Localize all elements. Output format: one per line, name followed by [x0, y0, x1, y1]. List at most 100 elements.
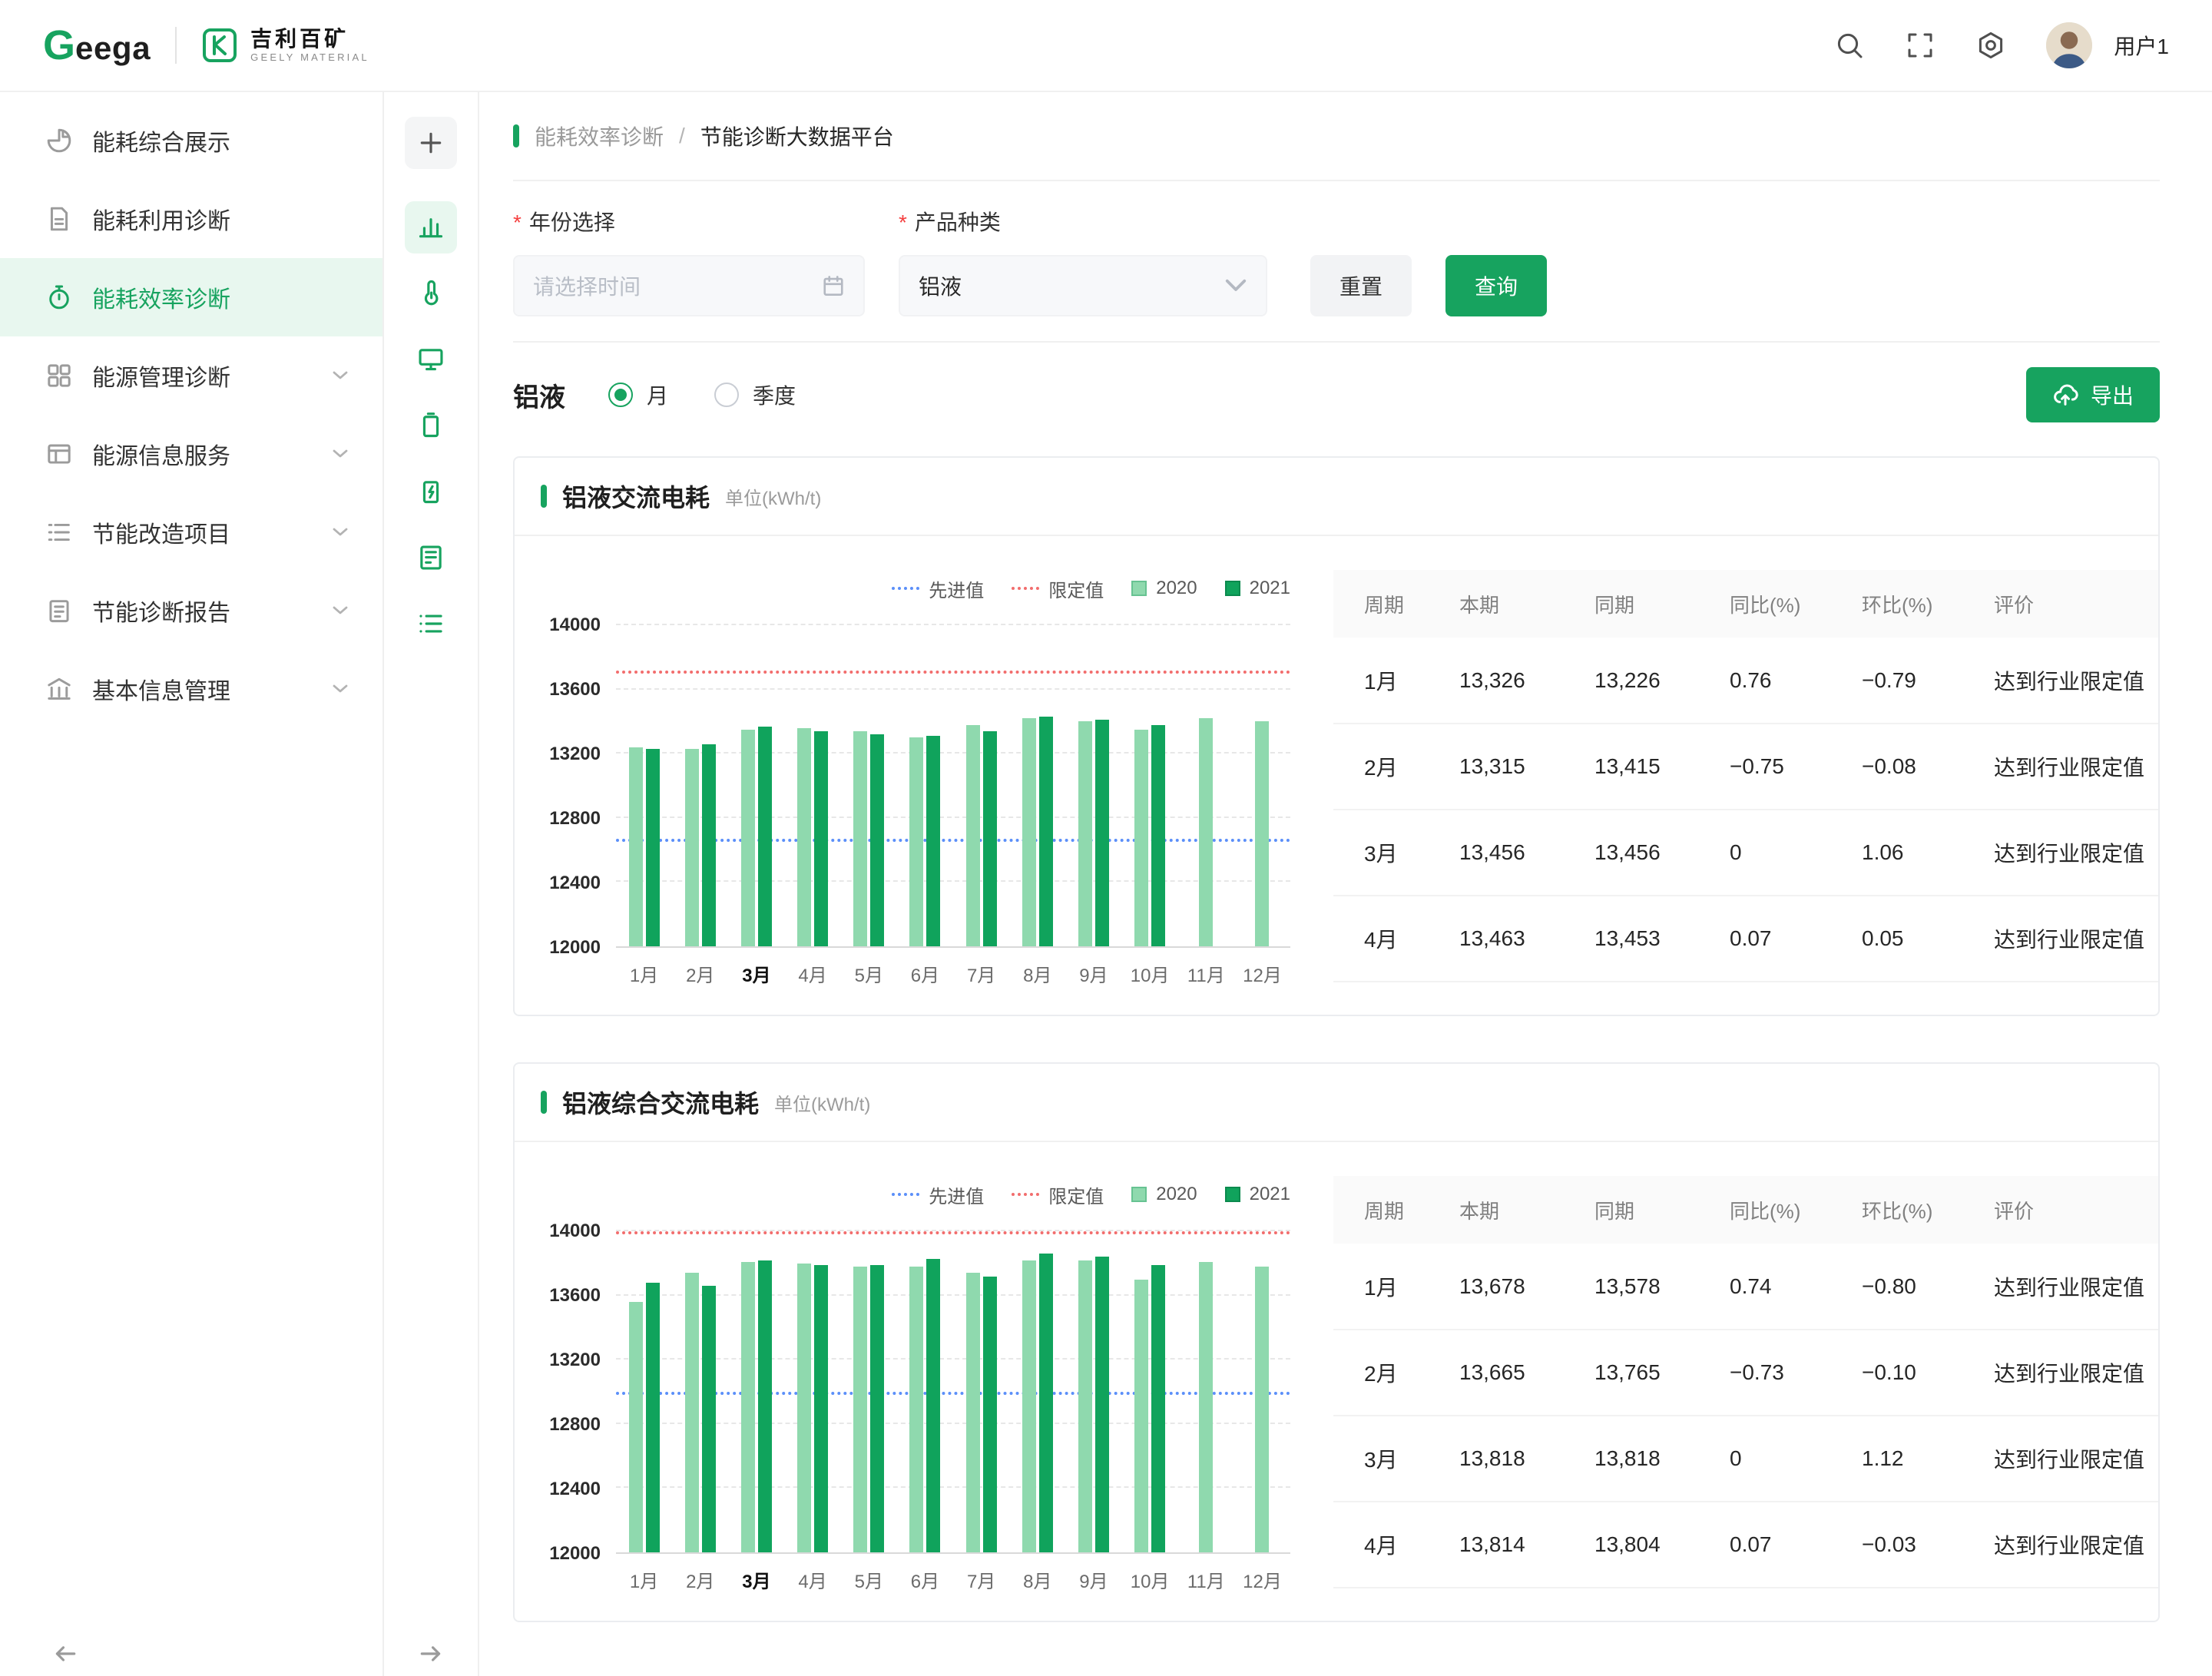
bar-2020-8月[interactable] [1022, 1260, 1036, 1552]
bar-group-4月 [785, 625, 841, 946]
rail-button-plus-icon[interactable] [405, 117, 457, 169]
battery-charge-icon [417, 478, 445, 505]
main-content: 能耗效率诊断 / 节能诊断大数据平台 *年份选择 请选择时间 *产品种类 铝液 [479, 92, 2212, 1676]
sidebar-item-label: 节能诊断报告 [92, 594, 230, 628]
sidebar-item-label: 能源管理诊断 [92, 359, 230, 393]
sidebar-item-能耗利用诊断[interactable]: 能耗利用诊断 [0, 180, 382, 258]
bar-2020-5月[interactable] [853, 731, 867, 946]
rail-button-meter-icon[interactable] [405, 532, 457, 584]
arrow-right-icon[interactable] [418, 1641, 444, 1667]
sidebar-item-能源信息服务[interactable]: 能源信息服务 [0, 415, 382, 493]
bar-2021-4月[interactable] [814, 1265, 828, 1552]
rail-button-thermometer-icon[interactable] [405, 267, 457, 320]
breadcrumb-parent[interactable]: 能耗效率诊断 [535, 121, 664, 151]
bar-2021-10月[interactable] [1151, 1265, 1165, 1552]
table-row: 1月13,32613,2260.76−0.79达到行业限定值 [1333, 638, 2158, 724]
bar-2021-7月[interactable] [983, 1277, 997, 1552]
bar-2020-7月[interactable] [966, 725, 980, 946]
bar-2020-3月[interactable] [741, 1262, 755, 1552]
sidebar-item-节能改造项目[interactable]: 节能改造项目 [0, 493, 382, 571]
sidebar-item-基本信息管理[interactable]: 基本信息管理 [0, 650, 382, 728]
bar-2020-3月[interactable] [741, 730, 755, 946]
bar-2020-12月[interactable] [1255, 1267, 1269, 1552]
x-tick-label: 4月 [785, 1566, 841, 1593]
bar-2020-4月[interactable] [797, 1264, 811, 1552]
bar-2020-9月[interactable] [1078, 1260, 1092, 1552]
bar-2020-4月[interactable] [797, 728, 811, 946]
bar-2020-5月[interactable] [853, 1267, 867, 1552]
bar-2021-7月[interactable] [983, 731, 997, 946]
query-button[interactable]: 查询 [1445, 255, 1547, 316]
bar-2020-11月[interactable] [1199, 1262, 1213, 1552]
bar-2020-12月[interactable] [1255, 721, 1269, 946]
legend-item-先进值[interactable]: 先进值 [892, 575, 984, 602]
export-button[interactable]: 导出 [2026, 367, 2160, 422]
table-cell: −0.10 [1831, 1330, 1963, 1416]
fullscreen-icon[interactable] [1905, 30, 1936, 61]
bar-2020-6月[interactable] [909, 1267, 923, 1552]
bar-2021-8月[interactable] [1039, 1254, 1053, 1552]
sidebar-item-能耗综合展示[interactable]: 能耗综合展示 [0, 101, 382, 180]
product-select[interactable]: 铝液 [899, 255, 1267, 316]
bar-2020-8月[interactable] [1022, 718, 1036, 946]
period-radio-group: 月 季度 [608, 379, 796, 410]
sidebar-item-能耗效率诊断[interactable]: 能耗效率诊断 [0, 258, 382, 336]
table-cell: 达到行业限定值 [1963, 1502, 2158, 1588]
bar-2020-11月[interactable] [1199, 718, 1213, 946]
bar-2020-10月[interactable] [1134, 1280, 1148, 1552]
bar-2021-4月[interactable] [814, 731, 828, 946]
bar-2021-5月[interactable] [870, 734, 884, 946]
geega-logo[interactable]: Geega [43, 25, 151, 67]
legend-item-限定值[interactable]: 限定值 [1012, 575, 1104, 602]
settings-icon[interactable] [1975, 30, 2006, 61]
bar-2020-9月[interactable] [1078, 721, 1092, 946]
reset-button[interactable]: 重置 [1310, 255, 1412, 316]
arrow-left-icon[interactable] [52, 1641, 78, 1667]
bar-group-8月 [1009, 625, 1065, 946]
legend-item-2020[interactable]: 2020 [1131, 578, 1197, 599]
bar-2020-2月[interactable] [685, 1273, 699, 1552]
bar-2021-9月[interactable] [1095, 720, 1109, 946]
username[interactable]: 用户1 [2114, 30, 2169, 61]
breadcrumb: 能耗效率诊断 / 节能诊断大数据平台 [513, 92, 2160, 181]
legend-item-先进值[interactable]: 先进值 [892, 1181, 984, 1208]
legend-item-2021[interactable]: 2021 [1225, 578, 1290, 599]
avatar[interactable] [2046, 22, 2092, 68]
period-radio-月[interactable]: 月 [608, 379, 668, 410]
bar-2021-2月[interactable] [702, 1286, 716, 1552]
rail-button-list-icon[interactable] [405, 598, 457, 650]
legend-item-限定值[interactable]: 限定值 [1012, 1181, 1104, 1208]
legend-item-2021[interactable]: 2021 [1225, 1184, 1290, 1205]
bar-2021-8月[interactable] [1039, 717, 1053, 946]
bar-2021-1月[interactable] [646, 749, 660, 946]
rail-button-monitor-icon[interactable] [405, 333, 457, 386]
bar-2021-1月[interactable] [646, 1283, 660, 1552]
bar-2020-2月[interactable] [685, 749, 699, 946]
sidebar-item-能源管理诊断[interactable]: 能源管理诊断 [0, 336, 382, 415]
search-icon[interactable] [1834, 30, 1865, 61]
bar-2021-3月[interactable] [758, 727, 772, 946]
bar-2020-7月[interactable] [966, 1273, 980, 1552]
table-cell: 0.07 [1699, 1502, 1831, 1588]
legend-item-2020[interactable]: 2020 [1131, 1184, 1197, 1205]
bar-2020-6月[interactable] [909, 737, 923, 946]
bar-2020-10月[interactable] [1134, 730, 1148, 946]
bar-2021-10月[interactable] [1151, 725, 1165, 946]
bar-2021-3月[interactable] [758, 1260, 772, 1552]
bar-2020-1月[interactable] [629, 747, 643, 946]
bar-2020-1月[interactable] [629, 1302, 643, 1552]
bar-2021-2月[interactable] [702, 744, 716, 946]
table-cell: 达到行业限定值 [1963, 1416, 2158, 1502]
bar-2021-9月[interactable] [1095, 1257, 1109, 1552]
rail-button-battery-icon[interactable] [405, 399, 457, 452]
sidebar-item-节能诊断报告[interactable]: 节能诊断报告 [0, 571, 382, 650]
geely-material-logo[interactable]: 吉利百矿 GEELY MATERIAL [201, 27, 369, 64]
x-tick-label: 7月 [953, 1566, 1009, 1593]
rail-button-bar-chart-icon[interactable] [405, 201, 457, 253]
bar-2021-6月[interactable] [926, 736, 940, 946]
bar-2021-5月[interactable] [870, 1265, 884, 1552]
year-picker-input[interactable]: 请选择时间 [513, 255, 865, 316]
bar-2021-6月[interactable] [926, 1259, 940, 1552]
rail-button-battery-charge-icon[interactable] [405, 465, 457, 518]
period-radio-季度[interactable]: 季度 [714, 379, 796, 410]
